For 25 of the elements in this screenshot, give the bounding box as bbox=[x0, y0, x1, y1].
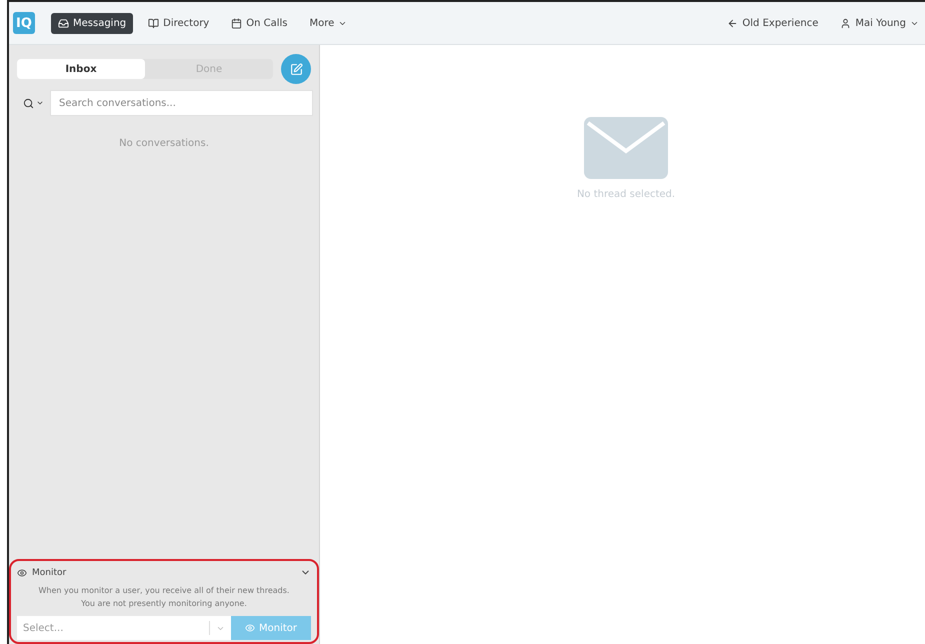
compose-button[interactable] bbox=[281, 54, 311, 84]
monitor-description: When you monitor a user, you receive all of their new threads. bbox=[38, 585, 290, 597]
arrow-left-icon bbox=[727, 18, 738, 28]
calendar-icon bbox=[231, 18, 242, 28]
nav-link[interactable]: Messaging bbox=[51, 12, 134, 34]
nav-link[interactable]: Mai Young bbox=[833, 12, 925, 34]
search-field[interactable]: Search conversations... bbox=[50, 90, 313, 116]
pencil-icon bbox=[290, 62, 302, 76]
envelope-icon bbox=[584, 117, 668, 179]
empty-message: No conversations. bbox=[118, 138, 210, 149]
caret-icon bbox=[36, 99, 44, 107]
inbox-icon bbox=[58, 18, 69, 28]
tab[interactable]: Inbox bbox=[17, 59, 145, 79]
nav-link[interactable]: On Calls bbox=[224, 12, 294, 34]
eye-icon bbox=[244, 623, 255, 633]
monitor-title: Monitor bbox=[32, 568, 68, 578]
nav-link[interactable]: Old Experience bbox=[720, 12, 826, 34]
empty-message: No thread selected. bbox=[576, 189, 676, 200]
book-icon bbox=[148, 18, 160, 28]
eye-icon bbox=[17, 568, 27, 578]
search-icon bbox=[23, 98, 34, 108]
user-icon bbox=[840, 18, 852, 28]
monitor-description: You are not presently monitoring anyone. bbox=[80, 598, 248, 610]
nav-link[interactable]: More bbox=[302, 12, 354, 34]
nav-link[interactable]: Directory bbox=[141, 12, 216, 34]
